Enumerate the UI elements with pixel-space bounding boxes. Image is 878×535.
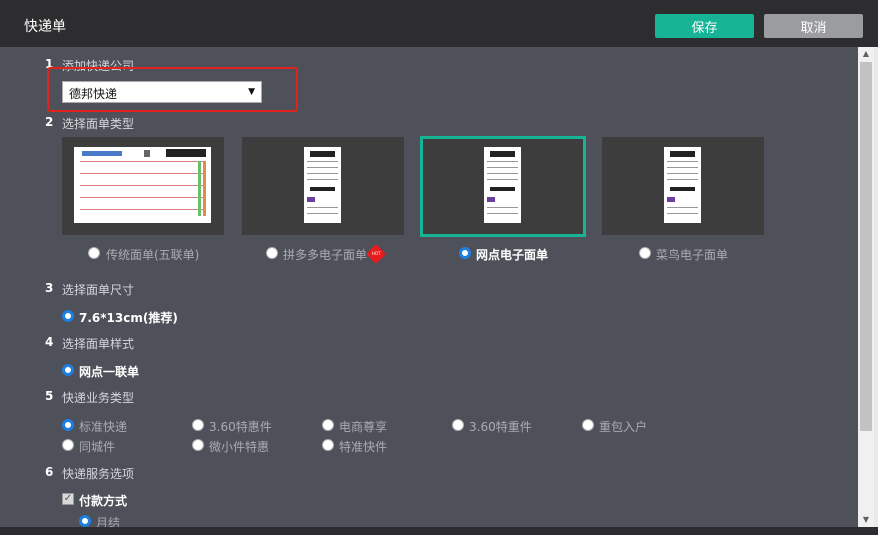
business-radio-ecommerce[interactable]: [322, 419, 334, 431]
save-button[interactable]: 保存: [655, 14, 754, 38]
sheet-type-label-cainiao: 菜鸟电子面单: [656, 248, 729, 262]
business-radio-360-discount[interactable]: [192, 419, 204, 431]
section-4-label: 选择面单样式: [62, 337, 135, 351]
section-6-number: 6: [45, 465, 54, 479]
business-radio-same-city[interactable]: [62, 439, 74, 451]
hot-badge-text: HOT: [371, 250, 381, 256]
section-3-number: 3: [45, 281, 54, 295]
payment-radio-monthly[interactable]: [79, 515, 91, 527]
sheet-type-card-cainiao[interactable]: [602, 137, 764, 235]
sheet-type-radio-pinduoduo[interactable]: [266, 247, 278, 259]
business-label-standard: 标准快递: [79, 420, 128, 434]
business-label-same-city: 同城件: [79, 440, 116, 454]
business-radio-small-parcel[interactable]: [192, 439, 204, 451]
traditional-sheet-thumbnail: [74, 147, 211, 223]
business-label-express: 特准快件: [339, 440, 388, 454]
size-label: 7.6*13cm(推荐): [79, 311, 178, 325]
sheet-type-radio-network[interactable]: [459, 247, 471, 259]
sheet-type-card-network[interactable]: [420, 136, 586, 237]
section-5-number: 5: [45, 389, 54, 403]
section-5-label: 快递业务类型: [62, 391, 135, 405]
section-6-label: 快递服务选项: [62, 467, 135, 481]
dialog-title: 快递单: [24, 19, 66, 35]
cancel-button[interactable]: 取消: [764, 14, 863, 38]
cainiao-sheet-thumbnail: [664, 147, 701, 223]
sheet-type-radio-traditional[interactable]: [88, 247, 100, 259]
dialog-titlebar: 快递单 保存 取消: [0, 0, 878, 47]
business-radio-express[interactable]: [322, 439, 334, 451]
sheet-type-label-traditional: 传统面单(五联单): [106, 248, 200, 262]
scroll-up-icon[interactable]: ▲: [858, 47, 874, 61]
sheet-type-card-pinduoduo[interactable]: [242, 137, 404, 235]
style-label: 网点一联单: [79, 365, 140, 379]
business-radio-standard[interactable]: [62, 419, 74, 431]
network-sheet-thumbnail: [484, 147, 521, 223]
company-select-value: 德邦快递: [69, 87, 118, 101]
section-2-label: 选择面单类型: [62, 117, 135, 131]
business-radio-heavy-home[interactable]: [582, 419, 594, 431]
section-1-number: 1: [45, 57, 54, 71]
dialog-content: 1 添加快递公司 德邦快递 ▼ 2 选择面单类型 传统面单(五联单) 拼多多电子…: [0, 47, 858, 527]
style-radio[interactable]: [62, 364, 74, 376]
scrollbar-thumb[interactable]: [860, 62, 872, 431]
dropdown-arrow-icon: ▼: [248, 87, 255, 97]
business-label-ecommerce: 电商尊享: [339, 420, 388, 434]
sheet-type-radio-cainiao[interactable]: [639, 247, 651, 259]
business-label-360-discount: 3.60特惠件: [209, 420, 272, 434]
payment-option-monthly: 月结: [96, 516, 121, 527]
business-radio-360-heavy[interactable]: [452, 419, 464, 431]
bottom-bar: [0, 527, 878, 535]
window-edge: [874, 47, 878, 527]
sheet-type-label-network: 网点电子面单: [476, 248, 549, 262]
sheet-type-card-traditional[interactable]: [62, 137, 224, 235]
section-2-number: 2: [45, 115, 54, 129]
pinduoduo-sheet-thumbnail: [304, 147, 341, 223]
business-label-small-parcel: 微小件特惠: [209, 440, 270, 454]
company-select[interactable]: 德邦快递 ▼: [62, 81, 262, 103]
size-radio[interactable]: [62, 310, 74, 322]
business-label-heavy-home: 重包入户: [599, 420, 648, 434]
sheet-type-label-pinduoduo: 拼多多电子面单: [283, 248, 368, 262]
section-3-label: 选择面单尺寸: [62, 283, 135, 297]
section-1-label: 添加快递公司: [62, 59, 135, 73]
payment-checkbox[interactable]: ✓: [62, 493, 74, 505]
payment-label: 付款方式: [79, 494, 128, 508]
hot-badge-icon: HOT: [366, 244, 386, 264]
section-4-number: 4: [45, 335, 54, 349]
vertical-scrollbar[interactable]: ▲ ▼: [858, 47, 874, 527]
scroll-down-icon[interactable]: ▼: [858, 513, 874, 527]
business-label-360-heavy: 3.60特重件: [469, 420, 532, 434]
